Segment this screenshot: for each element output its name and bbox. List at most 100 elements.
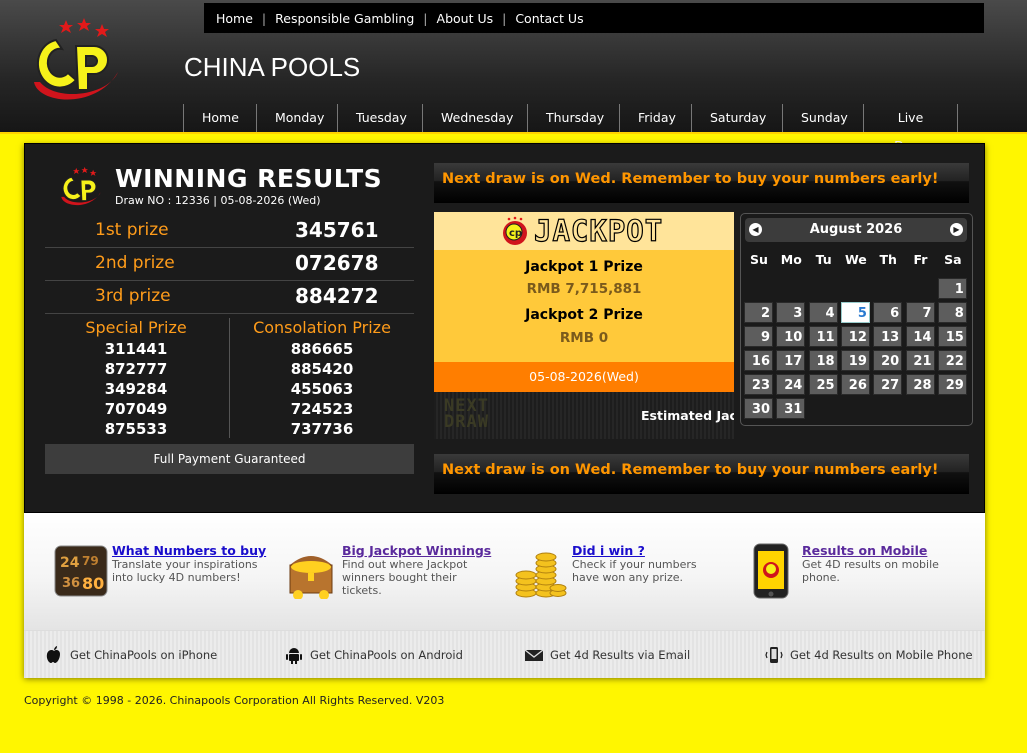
calendar-day[interactable]: 18 [808,350,838,371]
calendar-day[interactable]: 21 [905,350,935,371]
prize-value: 345761 [295,218,379,242]
site-header: Home | Responsible Gambling | About Us |… [0,0,1027,153]
calendar-weekday-label: Tu [815,252,832,267]
calendar-weekday-label: Sa [944,252,962,267]
calendar-day[interactable]: 6 [873,302,903,323]
calendar-day[interactable]: 19 [840,350,870,371]
calendar-day[interactable]: 13 [873,326,903,347]
calendar-weekday-label: Su [750,252,768,267]
daynav-tuesday[interactable]: Tuesday [337,104,422,132]
treasure-chest-icon[interactable] [284,543,338,599]
calendar-day[interactable]: 14 [905,326,935,347]
jackpot-box: cp JACKPOT Jackpot 1 Prize RMB 7,715,881… [434,212,734,439]
calendar-day[interactable]: 31 [776,398,806,419]
calendar-day[interactable]: 28 [905,374,935,395]
calendar-header: ◀ August 2026 ▶ [745,218,967,242]
topnav-responsible-gambling-link[interactable]: Responsible Gambling [275,11,414,26]
did-i-win-link[interactable]: Did i win ? [572,543,645,558]
android-app-link[interactable]: Get ChinaPools on Android [284,645,463,665]
feature-description: Get 4D results on mobile phone. [802,558,939,584]
second-prize-row: 2nd prize 072678 [45,247,414,281]
calendar-day[interactable]: 17 [776,350,806,371]
jackpot1-label: Jackpot 1 Prize [525,259,643,275]
mobile-vibrate-icon [765,647,783,663]
mobile-results-link[interactable]: Get 4d Results on Mobile Phone [764,645,973,665]
calendar-day[interactable]: 25 [808,374,838,395]
draw-calendar: ◀ August 2026 ▶ Su Mo Tu We Th Fr Sa 1 2 3 4 5 6 7 8 9 1… [740,213,973,426]
what-numbers-to-buy-link[interactable]: What Numbers to buy [112,543,266,558]
calendar-day[interactable]: 8 [937,302,967,323]
calendar-day[interactable]: 23 [744,374,773,395]
prize-label: 3rd prize [95,286,171,306]
apple-icon [46,646,60,663]
daynav-live-draw[interactable]: Live Draw [863,104,958,153]
dice-numbers-icon[interactable]: 24 79 36 80 [54,543,108,599]
calendar-day[interactable]: 20 [873,350,903,371]
calendar-day[interactable]: 1 [937,278,967,299]
consolation-prize-number: 886665 [290,340,354,358]
app-link-label: Get ChinaPools on Android [310,648,463,662]
calendar-day[interactable]: 9 [744,326,773,347]
special-prize-number: 349284 [104,380,168,398]
next-draw-bar-top: Next draw is on Wed. Remember to buy you… [434,163,969,203]
calendar-prev-icon[interactable]: ◀ [749,223,762,236]
calendar-day[interactable]: 24 [776,374,806,395]
email-results-link[interactable]: Get 4d Results via Email [524,645,690,665]
china-pools-small-logo [61,166,101,206]
daynav-thursday[interactable]: Thursday [527,104,619,132]
calendar-day[interactable]: 30 [744,398,773,419]
feature-description: Translate your inspirations into lucky 4… [112,558,258,584]
calendar-next-icon[interactable]: ▶ [950,223,963,236]
daynav-sunday[interactable]: Sunday [782,104,863,132]
calendar-day[interactable]: 27 [873,374,903,395]
led-line: DRAW [444,412,489,432]
calendar-day[interactable]: 7 [905,302,935,323]
results-on-mobile-link[interactable]: Results on Mobile [802,543,927,558]
special-prize-number: 872777 [104,360,168,378]
calendar-day[interactable]: 22 [937,350,967,371]
calendar-day[interactable]: 26 [840,374,870,395]
daynav-wednesday[interactable]: Wednesday [422,104,527,132]
jackpot2-value: RMB 0 [559,330,609,346]
calendar-day[interactable]: 3 [776,302,806,323]
svg-text:79: 79 [82,554,99,568]
special-prize-number: 311441 [104,340,168,358]
app-link-label: Get 4d Results on Mobile Phone [790,648,973,662]
calendar-day[interactable]: 16 [744,350,773,371]
copyright-footer: Copyright © 1998 - 2026. Chinapools Corp… [24,694,445,707]
calendar-day[interactable]: 11 [808,326,838,347]
calendar-day[interactable]: 29 [937,374,967,395]
calendar-day[interactable]: 2 [744,302,773,323]
topnav-home-link[interactable]: Home [216,11,253,26]
calendar-day[interactable]: 10 [776,326,806,347]
calendar-day[interactable]: 12 [840,326,870,347]
special-prize-heading: Special Prize [85,318,187,337]
led-text: NEXT DRAW [444,398,489,432]
mobile-phone-icon[interactable] [744,543,798,599]
daynav-home[interactable]: Home [183,104,256,132]
calendar-day[interactable]: 15 [937,326,967,347]
full-payment-guaranteed-banner: Full Payment Guaranteed [45,444,414,474]
calendar-day-today[interactable]: 5 [840,302,870,323]
jackpot-logo-icon: cp [503,216,527,245]
envelope-icon [524,649,544,661]
estimated-jackpot-ticker: Estimated Jac [641,408,734,423]
feature-description: Check if your numbers have won any prize… [572,558,697,584]
svg-text:24: 24 [60,555,80,571]
topnav-about-us-link[interactable]: About Us [437,11,494,26]
svg-text:36: 36 [62,576,80,591]
day-navigation: Home Monday Tuesday Wednesday Thursday F… [183,104,958,153]
china-pools-logo[interactable] [26,16,122,110]
android-icon [286,648,302,664]
big-jackpot-winnings-link[interactable]: Big Jackpot Winnings [342,543,491,558]
daynav-saturday[interactable]: Saturday [691,104,782,132]
calendar-weekday-label: Fr [913,252,928,267]
daynav-monday[interactable]: Monday [256,104,337,132]
calendar-day[interactable]: 4 [808,302,838,323]
iphone-app-link[interactable]: Get ChinaPools on iPhone [44,645,217,665]
topnav-contact-us-link[interactable]: Contact Us [515,11,583,26]
app-link-label: Get 4d Results via Email [550,648,691,662]
gold-coins-icon[interactable] [514,543,568,599]
daynav-friday[interactable]: Friday [619,104,691,132]
special-prize-number: 875533 [104,420,168,438]
